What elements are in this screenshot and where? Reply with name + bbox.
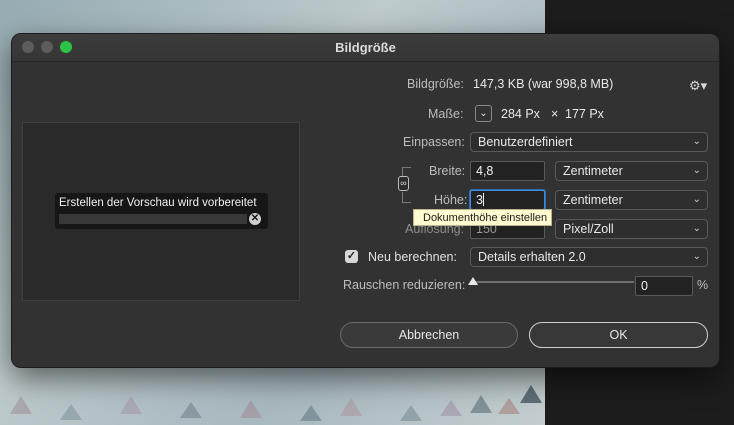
dimensions-height: 177 Px xyxy=(565,107,604,121)
width-unit-select[interactable]: Zentimeter ⌄ xyxy=(555,161,708,181)
preview-progress-label: Erstellen der Vorschau wird vorbereitet xyxy=(59,197,257,209)
dialog-titlebar[interactable]: Bildgröße xyxy=(12,34,719,62)
preview-progress-bar xyxy=(59,214,247,224)
resolution-unit-value: Pixel/Zoll xyxy=(563,222,614,236)
height-unit-value: Zentimeter xyxy=(563,193,623,207)
resample-checkbox[interactable]: ✓ xyxy=(345,250,358,263)
cancel-button[interactable]: Abbrechen xyxy=(340,322,518,348)
canvas-triangle xyxy=(10,396,32,414)
preview-progress: Erstellen der Vorschau wird vorbereitet … xyxy=(55,193,268,229)
image-preview[interactable]: Erstellen der Vorschau wird vorbereitet … xyxy=(22,122,300,301)
text-caret xyxy=(482,193,484,206)
height-input-value: 3 xyxy=(476,193,483,207)
dialog-title: Bildgröße xyxy=(335,40,396,55)
canvas-triangle xyxy=(180,402,202,418)
canvas-triangle xyxy=(60,404,82,420)
noise-unit: % xyxy=(697,278,709,292)
noise-slider-track[interactable] xyxy=(474,281,634,283)
canvas-triangle xyxy=(300,405,322,421)
resample-select-value: Details erhalten 2.0 xyxy=(478,250,586,264)
image-size-value: 147,3 KB (war 998,8 MB) xyxy=(473,77,614,91)
fit-select-value: Benutzerdefiniert xyxy=(478,135,573,149)
link-bracket-bottom xyxy=(402,192,411,203)
width-unit-value: Zentimeter xyxy=(563,164,623,178)
chevron-down-icon: ⌄ xyxy=(692,251,701,262)
canvas-triangle xyxy=(470,395,492,413)
noise-slider-thumb[interactable] xyxy=(468,277,478,285)
width-input[interactable]: 4,8 xyxy=(470,161,545,181)
resolution-unit-select[interactable]: Pixel/Zoll ⌄ xyxy=(555,219,708,239)
image-size-dialog: Bildgröße Erstellen der Vorschau wird vo… xyxy=(11,33,720,368)
ok-button[interactable]: OK xyxy=(529,322,708,348)
gear-icon[interactable]: ⚙▾ xyxy=(689,78,707,94)
chevron-down-icon: ⌄ xyxy=(692,194,701,205)
canvas-triangle xyxy=(400,405,422,421)
cancel-progress-icon[interactable]: ✕ xyxy=(249,213,261,225)
dimensions-separator: × xyxy=(551,107,559,121)
canvas-triangle xyxy=(440,400,462,416)
noise-label: Rauschen reduzieren: xyxy=(343,278,466,292)
width-label: Breite: xyxy=(429,164,466,178)
link-icon[interactable]: ∞ xyxy=(398,176,409,191)
height-input[interactable]: 3 xyxy=(470,190,545,210)
canvas-triangle xyxy=(120,396,142,414)
canvas-triangle xyxy=(498,398,520,414)
fit-select[interactable]: Benutzerdefiniert ⌄ xyxy=(470,132,708,152)
height-tooltip: Dokumenthöhe einstellen xyxy=(413,209,552,226)
noise-input[interactable]: 0 xyxy=(635,276,693,296)
dimensions-label: Maße: xyxy=(428,107,464,121)
chevron-down-icon[interactable]: ⌄ xyxy=(475,105,492,122)
image-size-label: Bildgröße: xyxy=(407,77,464,91)
height-unit-select[interactable]: Zentimeter ⌄ xyxy=(555,190,708,210)
dimensions-width: 284 Px xyxy=(501,107,540,121)
resample-label: Neu berechnen: xyxy=(368,250,457,264)
chevron-down-icon: ⌄ xyxy=(692,223,701,234)
chevron-down-icon: ⌄ xyxy=(692,165,701,176)
fit-label: Einpassen: xyxy=(403,135,465,149)
resample-select[interactable]: Details erhalten 2.0 ⌄ xyxy=(470,247,708,267)
chevron-down-icon: ⌄ xyxy=(692,136,701,147)
canvas-triangle xyxy=(340,398,362,416)
height-label: Höhe: xyxy=(434,193,468,207)
canvas-triangle xyxy=(520,385,542,403)
canvas-triangle xyxy=(240,400,262,418)
